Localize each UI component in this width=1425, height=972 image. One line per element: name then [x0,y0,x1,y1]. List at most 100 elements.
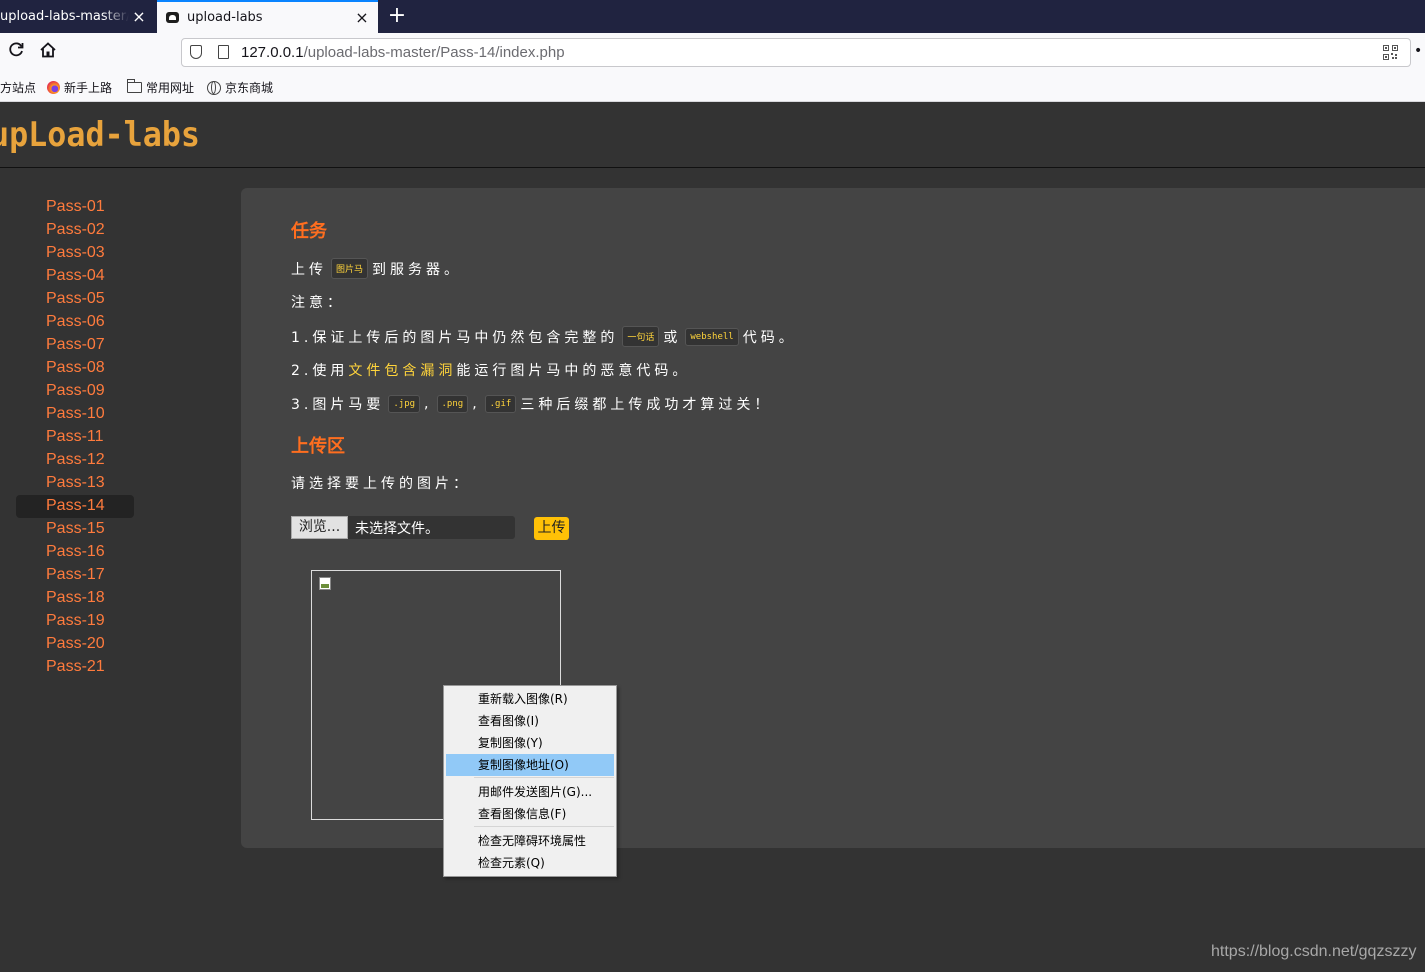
bookmark-label: 京东商城 [225,81,274,95]
sidebar-item-pass-17[interactable]: Pass-17 [16,564,134,587]
globe-icon [207,80,221,95]
context-menu-item[interactable]: 复制图像地址(O) [446,754,614,776]
file-name-label: 未选择文件。 [355,521,439,537]
text: , [424,396,433,412]
sidebar-item-pass-10[interactable]: Pass-10 [16,403,134,426]
watermark: https://blog.csdn.net/gqzszzy [1211,943,1417,960]
shield-icon[interactable] [190,45,202,59]
note-1: 1.保证上传后的图片马中仍然包含完整的 一句话或 webshell 代码。 [291,326,797,347]
context-menu-item[interactable]: 检查无障碍环境属性 [446,830,614,852]
bookmark-item[interactable]: 方站点 [0,79,36,96]
sidebar-item-pass-07[interactable]: Pass-07 [16,334,134,357]
sidebar-item-pass-21[interactable]: Pass-21 [16,656,134,679]
url-bar[interactable]: 127.0.0.1/upload-labs-master/Pass-14/ind… [181,38,1411,67]
firefox-icon [47,81,60,94]
new-tab-button[interactable]: + [386,3,408,29]
code-snippet: webshell [685,327,739,346]
text: 上传 [291,261,327,278]
text: , [472,396,481,412]
context-menu-item[interactable]: 用邮件发送图片(G)... [446,781,614,803]
bookmark-label: 方站点 [0,81,37,95]
sidebar-item-pass-06[interactable]: Pass-06 [16,311,134,334]
tab-title: upload-labs [187,10,263,25]
main-content: 任务 上传 图片马 到服务器。 注意： 1.保证上传后的图片马中仍然包含完整的 一句话… [241,188,1425,848]
context-menu-item[interactable]: 查看图像信息(F) [446,803,614,825]
tab-bar: upload-labs-master/in × upload-labs × + [0,0,1425,33]
code-snippet: .jpg [388,395,421,413]
sidebar-item-pass-03[interactable]: Pass-03 [16,242,134,265]
broken-image-icon [319,577,331,590]
more-menu-icon[interactable]: •• [1414,43,1425,59]
bookmark-item[interactable]: 京东商城 [207,79,273,96]
text: 三种后缀都上传成功才算过关！ [520,397,773,413]
close-icon[interactable]: × [352,8,372,27]
browse-button[interactable]: 浏览... [291,516,348,539]
sidebar-item-pass-04[interactable]: Pass-04 [16,265,134,288]
sidebar-nav: Pass-01 Pass-02 Pass-03 Pass-04 Pass-05 Pass-… [16,196,134,679]
sidebar-item-pass-09[interactable]: Pass-09 [16,380,134,403]
sidebar-item-pass-14[interactable]: Pass-14 [16,495,134,518]
note-2: 2.使用 文件包含漏洞 能运行图片马中的恶意代码。 [291,360,690,380]
context-menu: 重新载入图像(R) 查看图像(I) 复制图像(Y) 复制图像地址(O) 用邮件发送图片(… [443,685,617,877]
note-3: 3.图片马要 .jpg, .png, .gif 三种后缀都上传成功才算过关！ [291,394,772,414]
reload-icon[interactable] [5,41,27,63]
sidebar-item-pass-15[interactable]: Pass-15 [16,518,134,541]
upload-prompt: 请选择要上传的图片： [291,476,471,492]
context-menu-item[interactable]: 查看图像(I) [446,710,614,732]
bookmark-label: 新手上路 [64,81,113,95]
sidebar-item-pass-08[interactable]: Pass-08 [16,357,134,380]
bookmarks-toolbar: 方站点 新手上路 常用网址 京东商城 [0,73,1425,102]
text: 或 [663,329,682,346]
sidebar-item-pass-11[interactable]: Pass-11 [16,426,134,449]
sidebar-item-pass-19[interactable]: Pass-19 [16,610,134,633]
sidebar-item-pass-20[interactable]: Pass-20 [16,633,134,656]
sidebar-item-pass-02[interactable]: Pass-02 [16,219,134,242]
sidebar-item-pass-16[interactable]: Pass-16 [16,541,134,564]
sidebar-item-pass-12[interactable]: Pass-12 [16,449,134,472]
code-snippet: .gif [484,395,517,413]
context-menu-separator [474,826,614,827]
text: 代码。 [742,329,797,346]
context-menu-item[interactable]: 复制图像(Y) [446,732,614,754]
tab-upload-labs[interactable]: upload-labs × [157,0,378,33]
tab-upload-labs-master[interactable]: upload-labs-master/in × [0,0,155,33]
note-label: 注意： [291,295,345,311]
text: 1.保证上传后的图片马中仍然包含完整的 [291,329,619,346]
qr-code-icon[interactable] [1383,45,1398,60]
site-logo[interactable]: upLoad-labs [0,108,205,158]
page-icon[interactable] [218,45,229,59]
context-menu-separator [474,777,614,778]
bookmark-folder[interactable]: 常用网址 [127,79,194,96]
file-input[interactable]: 浏览... 未选择文件。 [291,516,515,539]
url-text[interactable]: 127.0.0.1/upload-labs-master/Pass-14/ind… [241,44,565,61]
upload-button[interactable]: 上传 [534,517,569,540]
text: 到服务器。 [372,261,463,278]
bookmark-label: 常用网址 [146,81,195,95]
bookmark-item[interactable]: 新手上路 [47,79,112,96]
sidebar-item-pass-05[interactable]: Pass-05 [16,288,134,311]
upload-heading: 上传区 [291,436,345,457]
url-host: 127.0.0.1 [241,44,304,61]
task-heading: 任务 [291,221,327,242]
site-header: upLoad-labs [0,102,1425,168]
sidebar-item-pass-13[interactable]: Pass-13 [16,472,134,495]
code-snippet: 一句话 [622,326,660,347]
code-snippet: .png [436,395,469,413]
text: 能运行图片马中的恶意代码。 [456,363,691,379]
sidebar-item-pass-18[interactable]: Pass-18 [16,587,134,610]
text: 3.图片马要 [291,397,385,413]
home-icon[interactable] [37,41,59,63]
favicon-icon [166,12,179,23]
tab-title: upload-labs-master/in [0,9,129,24]
code-snippet: 图片马 [331,258,369,279]
navigation-bar: 127.0.0.1/upload-labs-master/Pass-14/ind… [0,33,1425,73]
logo-text: upLoad-labs [0,115,200,155]
folder-icon [127,79,142,93]
sidebar-item-pass-01[interactable]: Pass-01 [16,196,134,219]
url-path: /upload-labs-master/Pass-14/index.php [303,44,565,61]
text: 2.使用 [291,363,349,379]
task-description: 上传 图片马 到服务器。 [291,258,462,279]
context-menu-item[interactable]: 重新载入图像(R) [446,688,614,710]
close-icon[interactable]: × [129,7,149,26]
context-menu-item[interactable]: 检查元素(Q) [446,852,614,874]
